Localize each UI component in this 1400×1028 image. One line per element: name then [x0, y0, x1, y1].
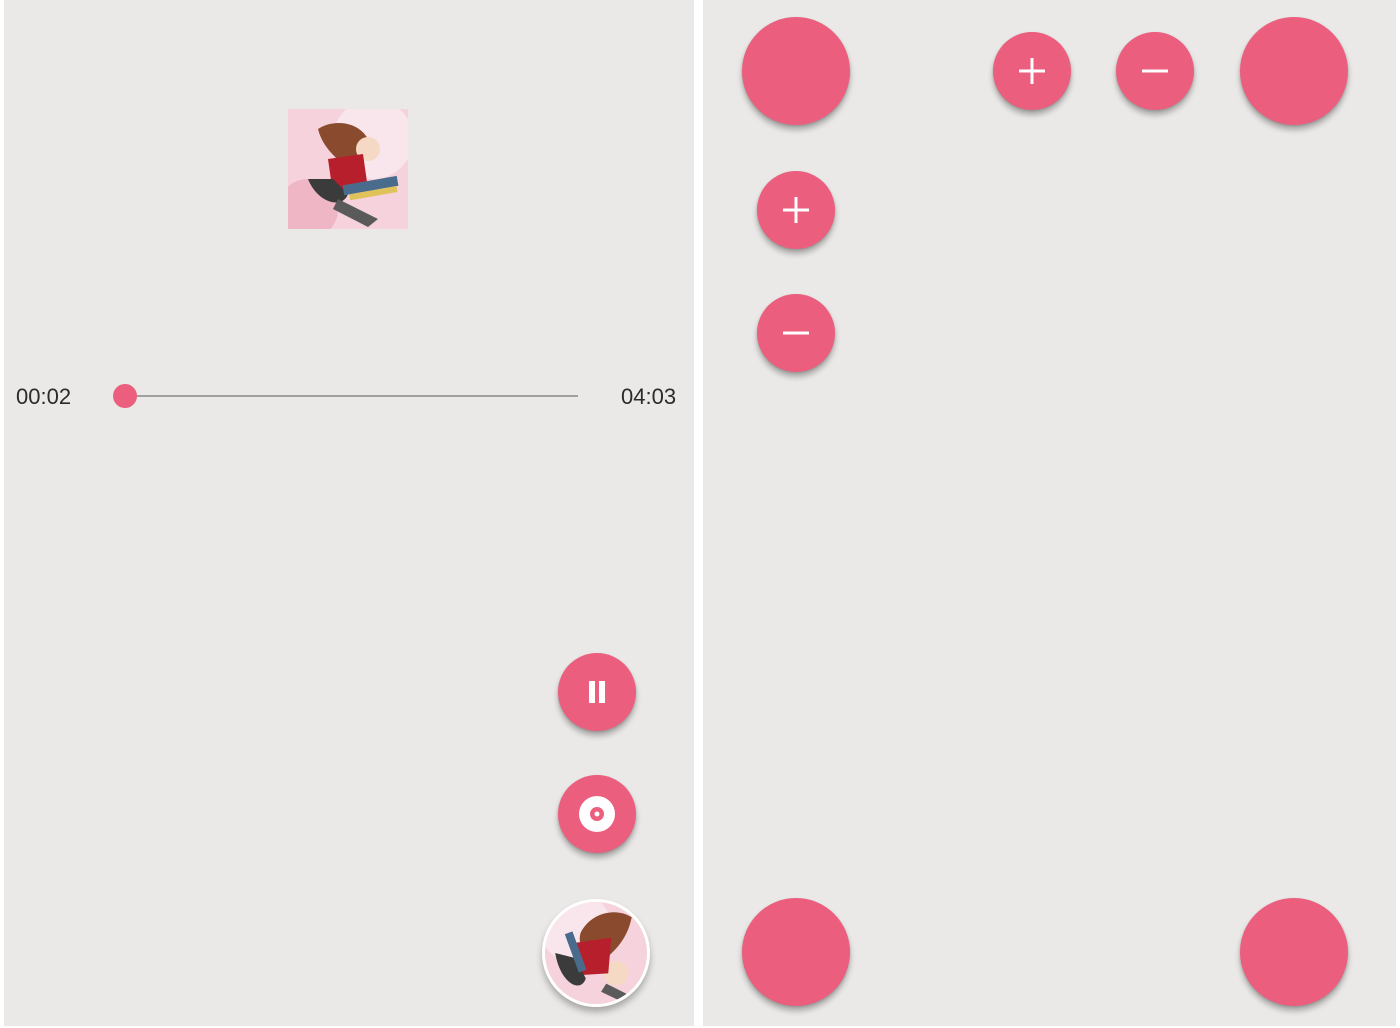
- bottom-right-fab[interactable]: [1240, 898, 1348, 1006]
- plus-icon: [783, 197, 809, 223]
- bottom-left-fab[interactable]: [742, 898, 850, 1006]
- total-time: 04:03: [621, 384, 677, 409]
- pause-button[interactable]: [558, 653, 636, 731]
- record-button[interactable]: [558, 775, 636, 853]
- album-art-thumbnail: [545, 902, 647, 1004]
- add-button-left[interactable]: [757, 171, 835, 249]
- pause-icon: [589, 681, 605, 703]
- player-screen: 00:02 04:03: [4, 0, 694, 1026]
- disc-icon: [579, 796, 615, 832]
- album-art: [288, 109, 408, 229]
- elapsed-time: 00:02: [16, 384, 72, 409]
- top-left-fab[interactable]: [742, 17, 850, 125]
- remove-button-left[interactable]: [757, 294, 835, 372]
- remove-button-top[interactable]: [1116, 32, 1194, 110]
- top-right-fab[interactable]: [1240, 17, 1348, 125]
- seek-thumb[interactable]: [112, 384, 137, 408]
- album-art-illustration: [288, 109, 408, 229]
- add-button-top[interactable]: [993, 32, 1071, 110]
- plus-icon: [1019, 58, 1045, 84]
- fab-demo-screen: [703, 0, 1396, 1026]
- seek-bar[interactable]: [112, 384, 578, 408]
- minus-icon: [783, 331, 809, 335]
- minus-icon: [1142, 69, 1168, 73]
- now-playing-avatar[interactable]: [542, 899, 650, 1007]
